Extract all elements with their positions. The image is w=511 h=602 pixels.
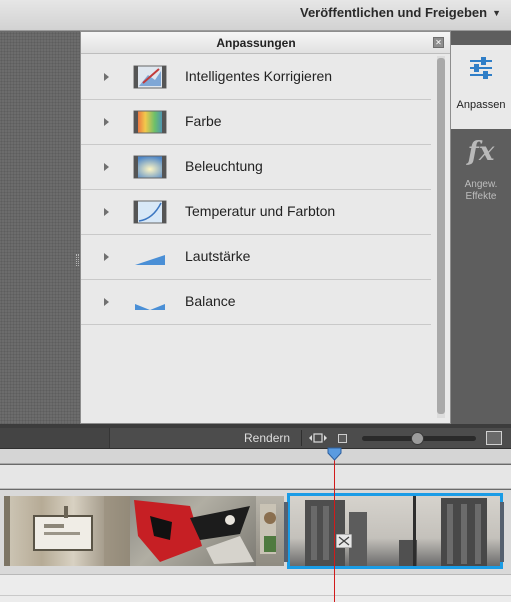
sliders-icon [470, 57, 492, 79]
clip-thumbnail [134, 500, 254, 564]
zoom-slider-knob[interactable] [410, 432, 424, 445]
expand-arrow-icon[interactable] [104, 208, 109, 216]
dropdown-caret-icon: ▼ [492, 7, 501, 18]
adjust-item-color[interactable]: Farbe [81, 100, 431, 145]
adjust-item-lighting[interactable]: Beleuchtung [81, 145, 431, 190]
title-track[interactable] [0, 465, 511, 489]
video-clip[interactable] [4, 496, 130, 566]
tab-applied-effects-label: Angew. Effekte [451, 179, 511, 203]
smart-fix-icon [133, 65, 167, 89]
color-icon [133, 110, 167, 134]
adjust-item-smart-fix[interactable]: Intelligentes Korrigieren [81, 55, 431, 100]
volume-icon [135, 255, 165, 265]
lighting-icon [133, 155, 167, 179]
adjust-item-label: Lautstärke [185, 248, 251, 264]
adjust-item-volume[interactable]: Lautstärke [81, 235, 431, 280]
clip-trim-handle-left[interactable] [284, 502, 288, 562]
panel-title: Anpassungen [216, 36, 296, 50]
fx-icon: fx [467, 137, 495, 167]
adjust-item-label: Farbe [185, 113, 222, 129]
top-bar: Veröffentlichen und Freigeben ▼ [0, 0, 511, 31]
adjust-item-temperature-tint[interactable]: Temperatur und Farbton [81, 190, 431, 235]
effects-label-line1: Angew. [464, 179, 498, 190]
timeline-toolbar: Rendern [0, 428, 511, 449]
effects-label-line2: Effekte [465, 191, 497, 202]
panel-resize-grip[interactable] [76, 254, 79, 266]
scrollbar-thumb[interactable] [437, 58, 445, 414]
clip-trim-handle-right[interactable] [500, 502, 504, 562]
adjust-item-label: Intelligentes Korrigieren [185, 68, 333, 84]
publish-share-menu[interactable]: Veröffentlichen und Freigeben ▼ [300, 5, 501, 20]
adjust-item-balance[interactable]: Balance [81, 280, 431, 325]
panel-scrollbar[interactable] [437, 56, 445, 418]
clip-thumbnail [4, 496, 130, 566]
publish-share-label: Veröffentlichen und Freigeben [300, 5, 488, 20]
audio-track[interactable] [0, 574, 511, 602]
temperature-tint-icon [133, 200, 167, 224]
clip-selection-border[interactable] [287, 493, 503, 569]
zoom-in-icon[interactable] [486, 431, 502, 445]
panel-header: Anpassungen ✕ [81, 32, 450, 54]
playhead-line [334, 456, 335, 602]
panel-close-icon[interactable]: ✕ [433, 37, 444, 48]
fit-to-timeline-icon[interactable] [308, 432, 328, 444]
time-ruler[interactable] [0, 449, 511, 464]
video-clip[interactable] [256, 496, 284, 566]
adjust-item-label: Balance [185, 293, 236, 309]
track-divider [0, 595, 511, 596]
expand-arrow-icon[interactable] [104, 73, 109, 81]
toolbar-block [0, 428, 110, 448]
playhead-handle[interactable] [327, 447, 342, 461]
expand-arrow-icon[interactable] [104, 253, 109, 261]
balance-icon [135, 304, 165, 310]
adjust-item-label: Temperatur und Farbton [185, 203, 336, 219]
video-clip[interactable] [130, 496, 256, 566]
expand-arrow-icon[interactable] [104, 118, 109, 126]
render-button[interactable]: Rendern [244, 431, 290, 445]
expand-arrow-icon[interactable] [104, 298, 109, 306]
adjustments-panel: Anpassungen ✕ Intelligentes Korrigieren … [80, 31, 451, 424]
adjust-item-label: Beleuchtung [185, 158, 263, 174]
clip-thumbnail [260, 504, 276, 554]
tab-applied-effects[interactable]: fx Angew. Effekte [451, 129, 511, 209]
expand-arrow-icon[interactable] [104, 163, 109, 171]
panel-tab-strip: Anpassen fx Angew. Effekte [451, 31, 511, 424]
zoom-slider[interactable] [362, 432, 476, 445]
zoom-out-icon[interactable] [338, 434, 347, 443]
monitor-background [0, 32, 80, 424]
tab-adjust[interactable]: Anpassen [451, 45, 511, 129]
tab-adjust-label: Anpassen [456, 99, 506, 111]
transition-icon[interactable] [336, 534, 352, 548]
toolbar-separator [301, 430, 302, 446]
